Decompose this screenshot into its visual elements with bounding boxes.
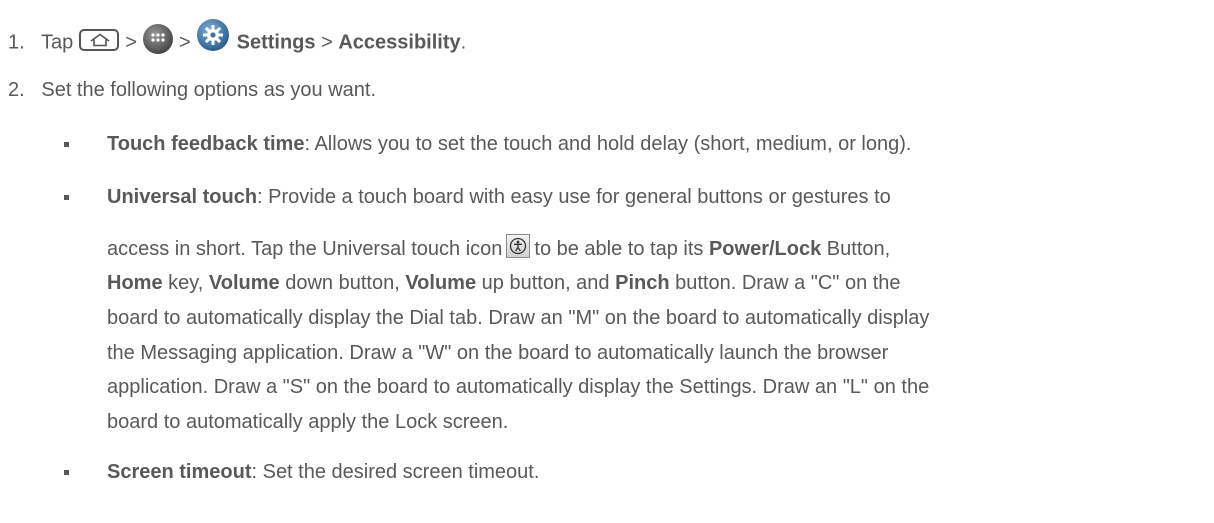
step-1-settings: Settings — [236, 31, 316, 54]
power-lock-label: Power/Lock — [708, 238, 822, 260]
step-1-sep-3: > — [321, 31, 333, 54]
bullet-touch-feedback: Touch feedback time: Allows you to set t… — [107, 131, 911, 157]
screen-timeout-label: Screen timeout — [107, 461, 252, 483]
step-1-number: 1. — [8, 31, 25, 54]
step-1-sep-1: > — [125, 31, 137, 54]
bullet-universal-touch-line-4: board to automatically display the Dial … — [107, 305, 929, 331]
step-1-end: . — [460, 31, 467, 54]
step-2-text: Set the following options as you want. — [41, 79, 377, 101]
step-1: 1. Tap > > Settings > Accessibility. — [8, 19, 467, 59]
universal-touch-text-3b: down button, — [285, 272, 400, 294]
universal-touch-text-3a: key, — [168, 272, 204, 294]
bullet-marker — [64, 195, 69, 200]
settings-gear-icon — [196, 19, 229, 51]
universal-touch-text-3c: up button, and — [481, 272, 610, 294]
bullet-universal-touch-line-1: Universal touch: Provide a touch board w… — [107, 184, 891, 210]
bullet-universal-touch-line-6: application. Draw a "S" on the board to … — [107, 374, 929, 400]
universal-touch-label: Universal touch — [107, 186, 258, 208]
touch-feedback-label: Touch feedback time — [107, 133, 305, 155]
universal-touch-text-4: board to automatically display the Dial … — [107, 307, 930, 329]
step-1-sep-2: > — [178, 31, 191, 54]
bullet-universal-touch-line-2: access in short. Tap the Universal touch… — [107, 233, 891, 262]
universal-touch-text-2a: access in short. Tap the Universal touch… — [107, 238, 503, 260]
universal-touch-text-1: : Provide a touch board with easy use fo… — [257, 186, 891, 208]
step-1-tap: Tap — [41, 31, 74, 54]
step-2-number: 2. — [8, 79, 25, 101]
touch-feedback-text: : Allows you to set the touch and hold d… — [304, 133, 912, 155]
universal-touch-text-3d: button. Draw a "C" on the — [675, 272, 901, 294]
universal-touch-text-7: board to automatically apply the Lock sc… — [107, 411, 509, 433]
universal-touch-icon — [506, 233, 531, 258]
screen-timeout-text: : Set the desired screen timeout. — [251, 461, 540, 483]
home-key-icon — [79, 29, 120, 51]
universal-touch-text-5: the Messaging application. Draw a "W" on… — [107, 342, 889, 364]
bullet-universal-touch-line-7: board to automatically apply the Lock sc… — [107, 409, 508, 435]
bullet-screen-timeout: Screen timeout: Set the desired screen t… — [107, 459, 539, 485]
step-2: 2. Set the following options as you want… — [8, 77, 376, 103]
universal-touch-text-2c: Button, — [826, 238, 891, 260]
apps-icon — [142, 24, 173, 54]
step-1-accessibility: Accessibility — [338, 31, 461, 54]
bullet-marker — [64, 470, 69, 475]
universal-touch-text-2b: to be able to tap its — [534, 238, 704, 260]
bullet-universal-touch-line-3: Home key, Volume down button, Volume up … — [107, 270, 901, 296]
home-label: Home — [107, 272, 163, 294]
pinch-label: Pinch — [615, 272, 670, 294]
volume-label-2: Volume — [405, 272, 477, 294]
bullet-universal-touch-line-5: the Messaging application. Draw a "W" on… — [107, 340, 888, 366]
volume-label-1: Volume — [208, 272, 280, 294]
universal-touch-text-6: application. Draw a "S" on the board to … — [107, 376, 930, 398]
bullet-marker — [64, 142, 69, 147]
